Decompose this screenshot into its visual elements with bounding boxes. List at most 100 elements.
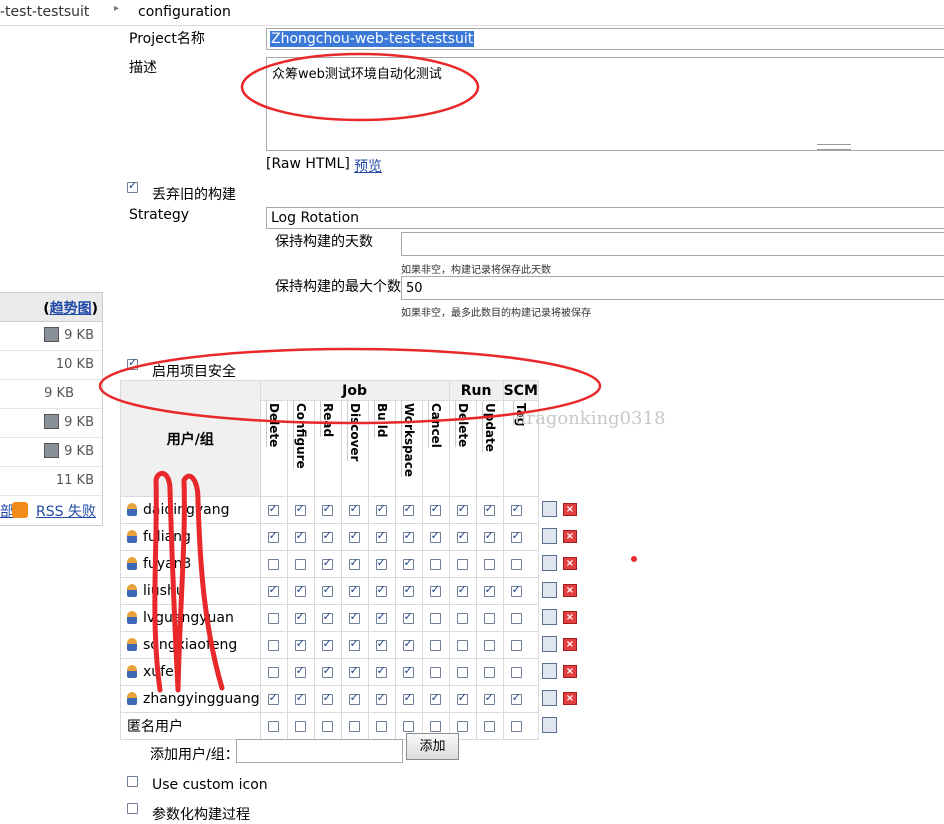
remove-user-icon[interactable]: × [562,556,577,570]
days-to-keep-input[interactable] [401,232,944,256]
permission-checkbox[interactable] [375,664,387,678]
permission-checkbox[interactable] [429,502,441,516]
permission-checkbox[interactable] [348,556,360,570]
permission-checkbox[interactable] [456,502,468,516]
permission-checkbox[interactable] [429,613,441,624]
permission-checkbox[interactable] [402,556,414,570]
permission-checkbox[interactable] [321,556,333,570]
permission-checkbox[interactable] [429,721,441,732]
permission-checkbox[interactable] [429,667,441,678]
remove-user-icon[interactable]: × [562,502,577,516]
permission-checkbox[interactable] [375,583,387,597]
permission-checkbox[interactable] [321,691,333,705]
parameterized-build-checkbox[interactable] [127,803,138,814]
remove-user-icon[interactable]: × [562,610,577,624]
add-user-button[interactable]: 添加 [406,733,459,760]
permission-checkbox[interactable] [348,664,360,678]
permission-checkbox[interactable] [267,613,279,624]
console-icon[interactable] [44,443,59,458]
discard-old-builds-checkbox[interactable] [127,179,138,193]
custom-icon-checkbox[interactable] [127,776,138,787]
toggle-all-icon[interactable] [541,581,557,598]
permission-checkbox[interactable] [510,691,522,705]
permission-checkbox[interactable] [429,691,441,705]
permission-checkbox[interactable] [294,502,306,516]
permission-checkbox[interactable] [402,637,414,651]
permission-checkbox[interactable] [402,583,414,597]
permission-checkbox[interactable] [375,691,387,705]
permission-checkbox[interactable] [348,721,360,732]
permission-checkbox[interactable] [321,637,333,651]
permission-checkbox[interactable] [510,559,522,570]
permission-checkbox[interactable] [294,559,306,570]
permission-checkbox[interactable] [348,502,360,516]
permission-checkbox[interactable] [348,637,360,651]
permission-checkbox[interactable] [402,610,414,624]
permission-checkbox[interactable] [483,667,495,678]
permission-checkbox[interactable] [294,610,306,624]
permission-checkbox[interactable] [348,583,360,597]
permission-checkbox[interactable] [267,583,279,597]
toggle-all-icon[interactable] [541,527,557,544]
permission-checkbox[interactable] [483,559,495,570]
permission-checkbox[interactable] [267,667,279,678]
remove-user-icon[interactable]: × [562,637,577,651]
permission-checkbox[interactable] [294,664,306,678]
permission-checkbox[interactable] [483,529,495,543]
toggle-all-icon[interactable] [541,608,557,625]
toggle-all-icon[interactable] [541,500,557,517]
permission-checkbox[interactable] [348,529,360,543]
permission-checkbox[interactable] [375,637,387,651]
permission-checkbox[interactable] [429,529,441,543]
permission-checkbox[interactable] [267,529,279,543]
permission-checkbox[interactable] [267,721,279,732]
permission-checkbox[interactable] [321,664,333,678]
permission-checkbox[interactable] [456,559,468,570]
permission-checkbox[interactable] [294,583,306,597]
add-user-input[interactable] [236,739,403,763]
toggle-all-icon[interactable] [541,635,557,652]
permission-checkbox[interactable] [510,502,522,516]
permission-checkbox[interactable] [483,613,495,624]
trend-link[interactable]: 趋势图 [50,301,92,317]
permission-checkbox[interactable] [456,721,468,732]
project-security-checkbox[interactable] [127,356,138,370]
permission-checkbox[interactable] [456,529,468,543]
permission-checkbox[interactable] [294,721,306,732]
remove-user-icon[interactable]: × [562,691,577,705]
permission-checkbox[interactable] [402,664,414,678]
permission-checkbox[interactable] [402,721,414,732]
permission-checkbox[interactable] [294,529,306,543]
permission-checkbox[interactable] [321,529,333,543]
preview-link[interactable]: 预览 [354,156,382,176]
permission-checkbox[interactable] [375,610,387,624]
console-icon[interactable] [44,414,59,429]
description-textarea[interactable]: 众筹web测试环境自动化测试 [266,57,944,151]
toggle-all-icon[interactable] [541,716,557,733]
permission-checkbox[interactable] [483,502,495,516]
remove-user-icon[interactable]: × [562,529,577,543]
permission-checkbox[interactable] [267,502,279,516]
remove-user-icon[interactable]: × [562,664,577,678]
rss-failed-link[interactable]: RSS 失败 [36,501,96,521]
permission-checkbox[interactable] [321,502,333,516]
toggle-all-icon[interactable] [541,689,557,706]
permission-checkbox[interactable] [321,583,333,597]
permission-checkbox[interactable] [267,640,279,651]
permission-checkbox[interactable] [294,637,306,651]
permission-checkbox[interactable] [456,640,468,651]
permission-checkbox[interactable] [375,529,387,543]
permission-checkbox[interactable] [429,559,441,570]
permission-checkbox[interactable] [456,667,468,678]
permission-checkbox[interactable] [510,721,522,732]
permission-checkbox[interactable] [483,721,495,732]
permission-checkbox[interactable] [321,721,333,732]
permission-checkbox[interactable] [456,613,468,624]
project-name-input[interactable]: Zhongchou-web-test-testsuit [266,28,944,50]
toggle-all-icon[interactable] [541,554,557,571]
permission-checkbox[interactable] [267,559,279,570]
permission-checkbox[interactable] [483,691,495,705]
permission-checkbox[interactable] [267,691,279,705]
permission-checkbox[interactable] [510,640,522,651]
permission-checkbox[interactable] [510,529,522,543]
